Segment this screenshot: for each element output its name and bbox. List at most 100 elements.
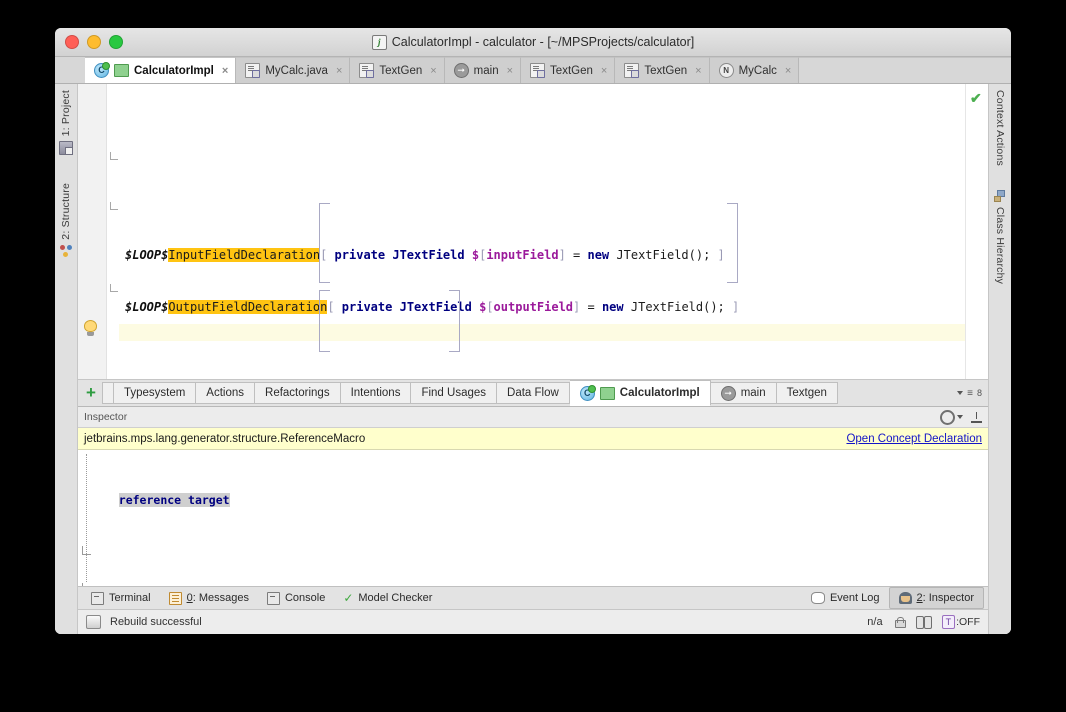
tab-label: Textgen	[787, 387, 827, 399]
tab-bar-filler	[799, 57, 1011, 83]
inspector-content[interactable]: reference target comment : <none> refere…	[78, 450, 988, 586]
power-save-icon[interactable]	[916, 616, 931, 628]
sidebar-item-class-hierarchy[interactable]: Class Hierarchy	[994, 190, 1006, 284]
tab-typesystem[interactable]: Typesystem	[114, 382, 196, 404]
tab-calculatorimpl[interactable]: C CalculatorImpl	[570, 380, 711, 406]
editor-right-margin[interactable]: ✔	[965, 84, 988, 379]
editor-tab-calculatorimpl[interactable]: C CalculatorImpl ×	[85, 57, 236, 83]
window-title: CalculatorImpl - calculator - [~/MPSProj…	[392, 35, 695, 49]
tab-actions[interactable]: Actions	[196, 382, 255, 404]
close-icon[interactable]: ×	[507, 65, 513, 77]
editor-code-area[interactable]: $LOOP$InputFieldDeclaration[ private JTe…	[119, 84, 965, 379]
close-icon[interactable]: ×	[336, 65, 342, 77]
editor-tab-mycalc-java[interactable]: MyCalc.java ×	[236, 57, 350, 83]
tab-data-flow[interactable]: Data Flow	[497, 382, 570, 404]
green-node-icon	[600, 387, 615, 400]
tab-label: Typesystem	[124, 387, 185, 399]
tab-label: Find Usages	[421, 387, 486, 399]
left-tool-sidebar[interactable]: 1: Project 2: Structure	[55, 84, 78, 634]
node-icon: N	[719, 63, 734, 78]
bottom-tool-window-bar[interactable]: Terminal 0: Messages Console ✓ Model Che…	[78, 586, 988, 609]
tool-model-checker[interactable]: ✓ Model Checker	[334, 588, 441, 608]
tab-label: main	[741, 387, 766, 399]
status-panel-icon[interactable]	[86, 615, 101, 629]
editor-tab-label: TextGen	[550, 65, 593, 77]
unlocked-icon[interactable]	[894, 617, 905, 628]
inspector-code-area[interactable]: reference target comment : <none> refere…	[96, 450, 988, 586]
editor-tab-mycalc[interactable]: N MyCalc ×	[710, 57, 800, 83]
indent-toggle[interactable]: T :OFF	[942, 615, 980, 629]
inspector-line	[98, 543, 988, 560]
settings-button[interactable]	[940, 410, 963, 425]
fold-marker[interactable]	[82, 546, 91, 555]
sidebar-item-context-actions[interactable]: Context Actions	[994, 90, 1006, 166]
close-icon[interactable]: ×	[222, 65, 228, 77]
tab-refactorings[interactable]: Refactorings	[255, 382, 341, 404]
close-icon[interactable]: ×	[785, 65, 791, 77]
add-tab-button[interactable]: +	[82, 384, 102, 403]
hide-panel-icon[interactable]	[971, 412, 982, 423]
open-concept-declaration-link[interactable]: Open Concept Declaration	[846, 433, 982, 445]
sidebar-item-label: 2: Structure	[60, 183, 72, 240]
tab-intentions[interactable]: Intentions	[341, 382, 412, 404]
close-button[interactable]	[65, 35, 79, 49]
inspector-fold-column[interactable]	[78, 450, 96, 586]
mps-main-window: j CalculatorImpl - calculator - [~/MPSPr…	[55, 28, 1011, 634]
fold-marker[interactable]	[82, 583, 91, 586]
tool-label-rest: : Messages	[193, 592, 249, 604]
tab-label: Data Flow	[507, 387, 559, 399]
tool-label: 0: Messages	[187, 592, 249, 604]
loop-bracket-close-1	[727, 203, 738, 283]
tool-label: 2: Inspector	[917, 592, 974, 604]
editor-tab-label: TextGen	[379, 65, 422, 77]
model-checker-icon: ✓	[343, 592, 353, 604]
close-icon[interactable]: ×	[430, 65, 436, 77]
code-line	[125, 351, 965, 368]
right-tool-sidebar[interactable]: Context Actions Class Hierarchy	[988, 84, 1011, 634]
event-log-icon	[811, 592, 825, 604]
chevron-down-icon	[957, 415, 963, 419]
tool-event-log[interactable]: Event Log	[802, 588, 889, 608]
tool-console[interactable]: Console	[258, 588, 334, 608]
desktop-background: j CalculatorImpl - calculator - [~/MPSPr…	[0, 0, 1066, 712]
tab-stub[interactable]	[102, 382, 114, 404]
main-entry-icon: ➞	[721, 386, 736, 401]
tab-main[interactable]: ➞ main	[711, 382, 777, 404]
status-message: Rebuild successful	[110, 616, 202, 628]
tab-textgen[interactable]: Textgen	[777, 382, 838, 404]
window-body: 1: Project 2: Structure	[55, 84, 1011, 634]
editor-tab-textgen-3[interactable]: TextGen ×	[615, 57, 709, 83]
minimize-button[interactable]	[87, 35, 101, 49]
tab-overflow-button[interactable]: ≡ 8	[957, 388, 988, 399]
editor-tab-textgen-1[interactable]: TextGen ×	[350, 57, 444, 83]
intention-bulb-icon[interactable]	[84, 320, 97, 335]
editor-tab-textgen-2[interactable]: TextGen ×	[521, 57, 615, 83]
close-icon[interactable]: ×	[695, 65, 701, 77]
structure-icon	[60, 245, 72, 257]
gear-icon	[940, 410, 955, 425]
tab-label: Actions	[206, 387, 244, 399]
tool-terminal[interactable]: Terminal	[82, 588, 160, 608]
zoom-button[interactable]	[109, 35, 123, 49]
tab-label: CalculatorImpl	[620, 387, 700, 399]
window-title-group: j CalculatorImpl - calculator - [~/MPSPr…	[55, 35, 1011, 50]
loop-bracket-open-1	[319, 203, 330, 283]
sidebar-item-label: 1: Project	[60, 90, 72, 136]
tool-messages[interactable]: 0: Messages	[160, 588, 258, 608]
code-editor[interactable]: $LOOP$InputFieldDeclaration[ private JTe…	[78, 84, 988, 380]
messages-icon	[169, 592, 182, 605]
sidebar-item-label: Class Hierarchy	[994, 207, 1006, 284]
loop-bracket-open-2	[319, 290, 330, 352]
inspector-tab-bar[interactable]: + Typesystem Actions Refactorings Intent…	[78, 380, 988, 407]
editor-gutter[interactable]	[78, 84, 107, 379]
editor-tab-main[interactable]: ➞ main ×	[445, 57, 521, 83]
sidebar-item-structure[interactable]: 2: Structure	[60, 183, 72, 257]
status-bar: Rebuild successful n/a T :OFF	[78, 609, 988, 634]
tool-inspector[interactable]: 2: Inspector	[889, 587, 984, 609]
console-icon	[267, 592, 280, 605]
close-icon[interactable]: ×	[601, 65, 607, 77]
sidebar-item-project[interactable]: 1: Project	[59, 90, 73, 155]
editor-tab-bar[interactable]: C CalculatorImpl × MyCalc.java × TextGen…	[55, 57, 1011, 84]
editor-fold-column[interactable]	[107, 84, 119, 379]
tab-find-usages[interactable]: Find Usages	[411, 382, 497, 404]
